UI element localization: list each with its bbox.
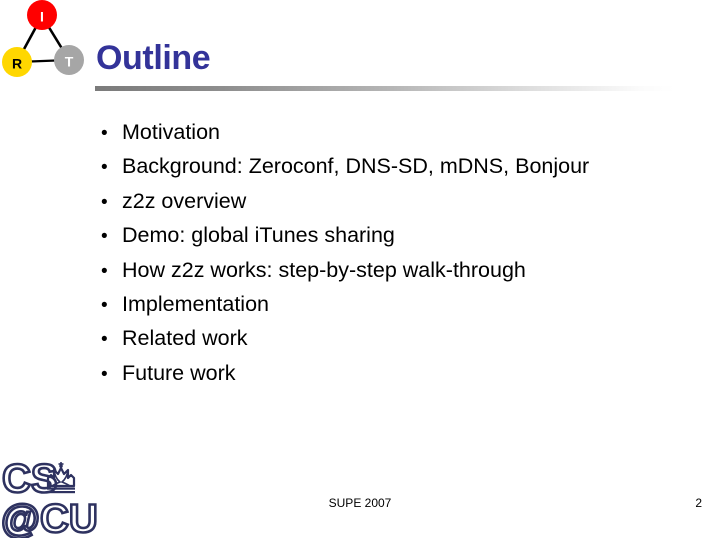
list-item: • z2z overview [96,188,696,225]
irt-node-i: I [27,0,57,30]
outline-bullet-list: • Motivation • Background: Zeroconf, DNS… [96,120,696,397]
irt-node-r: R [2,47,32,77]
list-item-label: Future work [122,360,236,385]
bullet-marker-icon: • [101,191,108,213]
list-item-label: Background: Zeroconf, DNS-SD, mDNS, Bonj… [122,154,590,179]
list-item-label: z2z overview [122,188,247,213]
list-item-label: Motivation [122,120,220,144]
bullet-marker-icon: • [101,157,108,179]
bullet-marker-icon: • [101,329,108,351]
title-underline-rule [95,86,675,91]
list-item: • Implementation [96,291,696,328]
bullet-marker-icon: • [101,260,108,282]
bullet-marker-icon: • [101,294,108,316]
footer-page-number: 2 [695,496,702,510]
bullet-marker-icon: • [101,226,108,248]
slide-canvas: I R T Outline • Motivation • Background:… [0,0,720,540]
list-item-label: How z2z works: step-by-step walk-through [122,257,526,282]
irt-node-t: T [54,45,84,75]
list-item: • Future work [96,360,696,397]
irt-triangle-logo: I R T [0,0,96,92]
list-item: • Related work [96,328,696,362]
list-item: • How z2z works: step-by-step walk-throu… [96,257,696,294]
svg-text:I: I [40,9,44,25]
list-item-label: Demo: global iTunes sharing [122,223,395,248]
bullet-marker-icon: • [101,363,108,385]
list-item: • Background: Zeroconf, DNS-SD, mDNS, Bo… [96,156,696,190]
footer-conference-label: SUPE 2007 [328,496,392,510]
slide-title: Outline [96,39,211,77]
svg-text:T: T [65,54,74,70]
list-item-label: Implementation [122,291,269,316]
list-item: • Motivation [96,120,696,156]
svg-text:CS: CS [2,458,58,501]
svg-text:R: R [12,56,22,72]
list-item: • Demo: global iTunes sharing [96,225,696,259]
cscu-logo-text-cs: CS [2,458,59,502]
bullet-marker-icon: • [101,123,108,144]
list-item-label: Related work [122,326,248,351]
